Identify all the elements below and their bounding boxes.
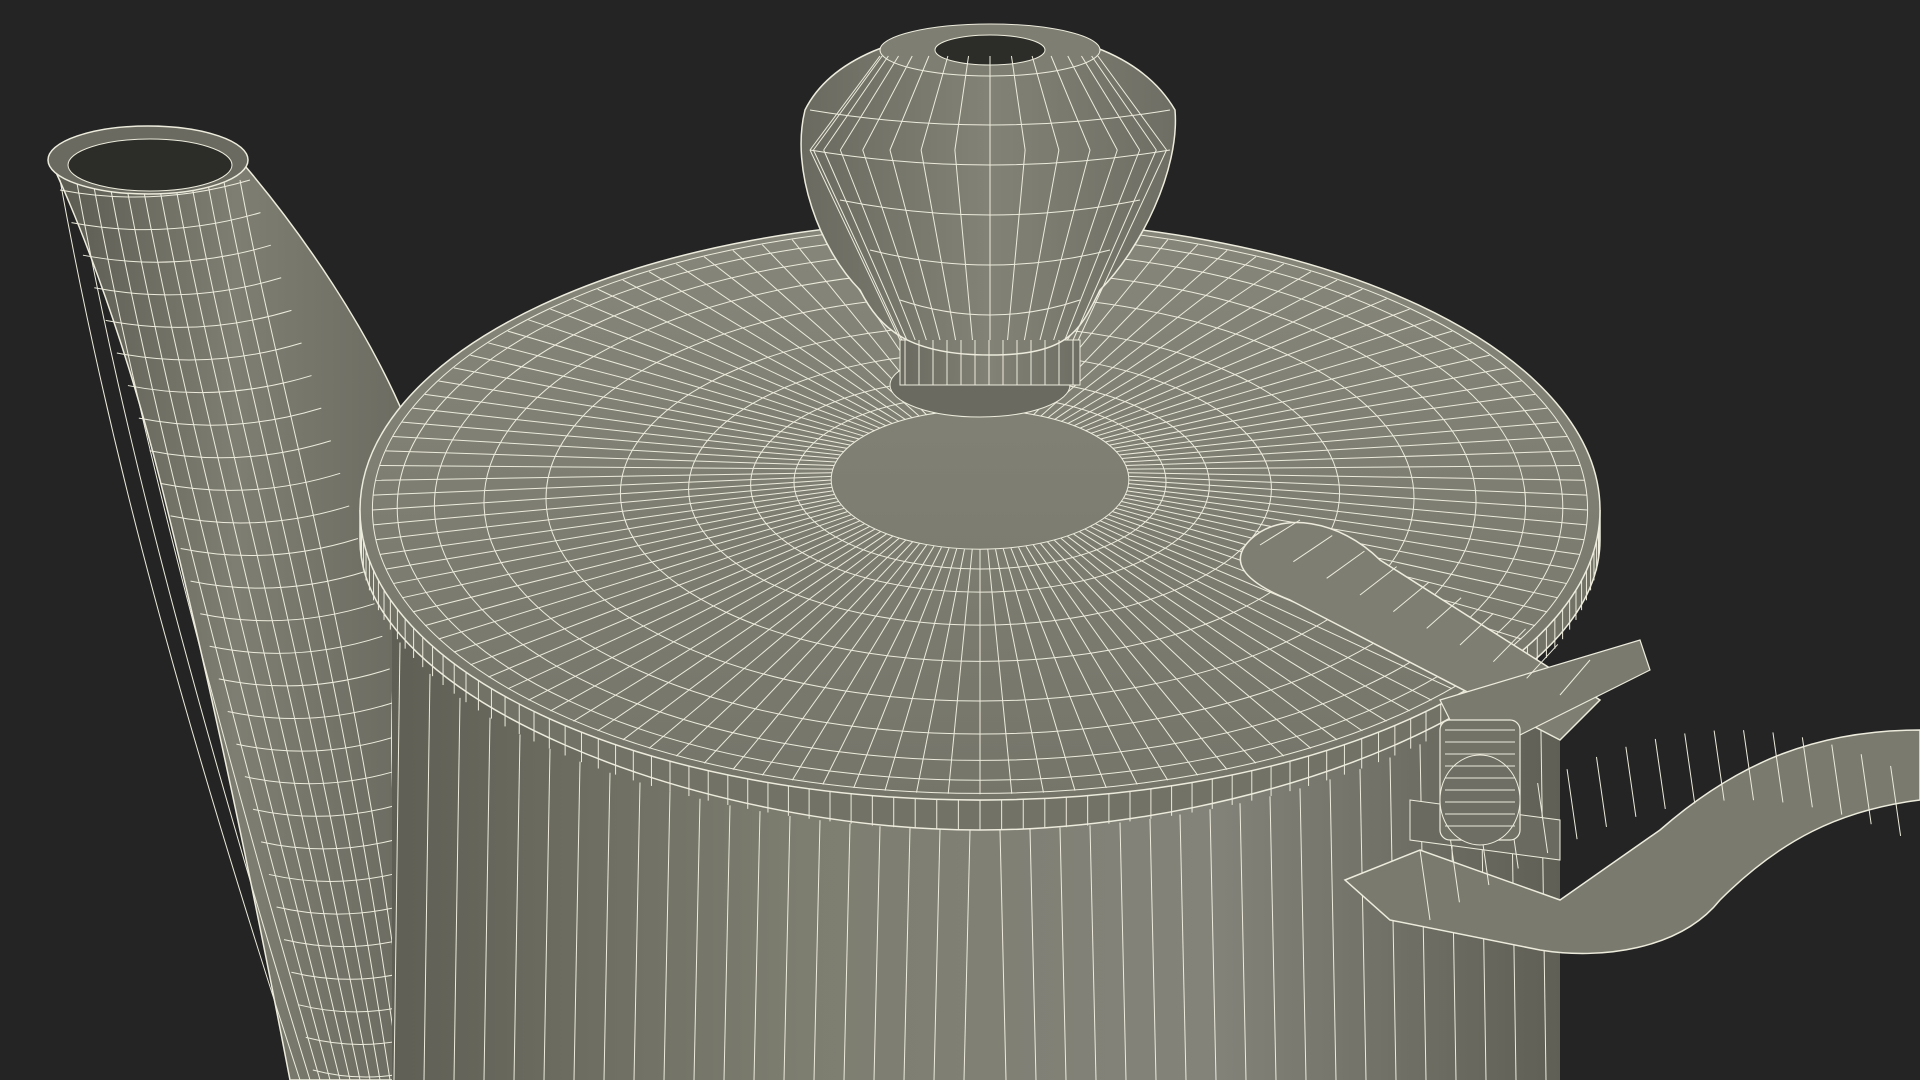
teapot-render — [47, 23, 1920, 1080]
handle-line — [1595, 756, 1607, 828]
handle-line — [1654, 738, 1666, 809]
handle-line — [1625, 746, 1637, 817]
handle-line — [1566, 769, 1578, 840]
3d-viewport[interactable] — [0, 0, 1920, 1080]
handle-line — [1684, 733, 1696, 804]
